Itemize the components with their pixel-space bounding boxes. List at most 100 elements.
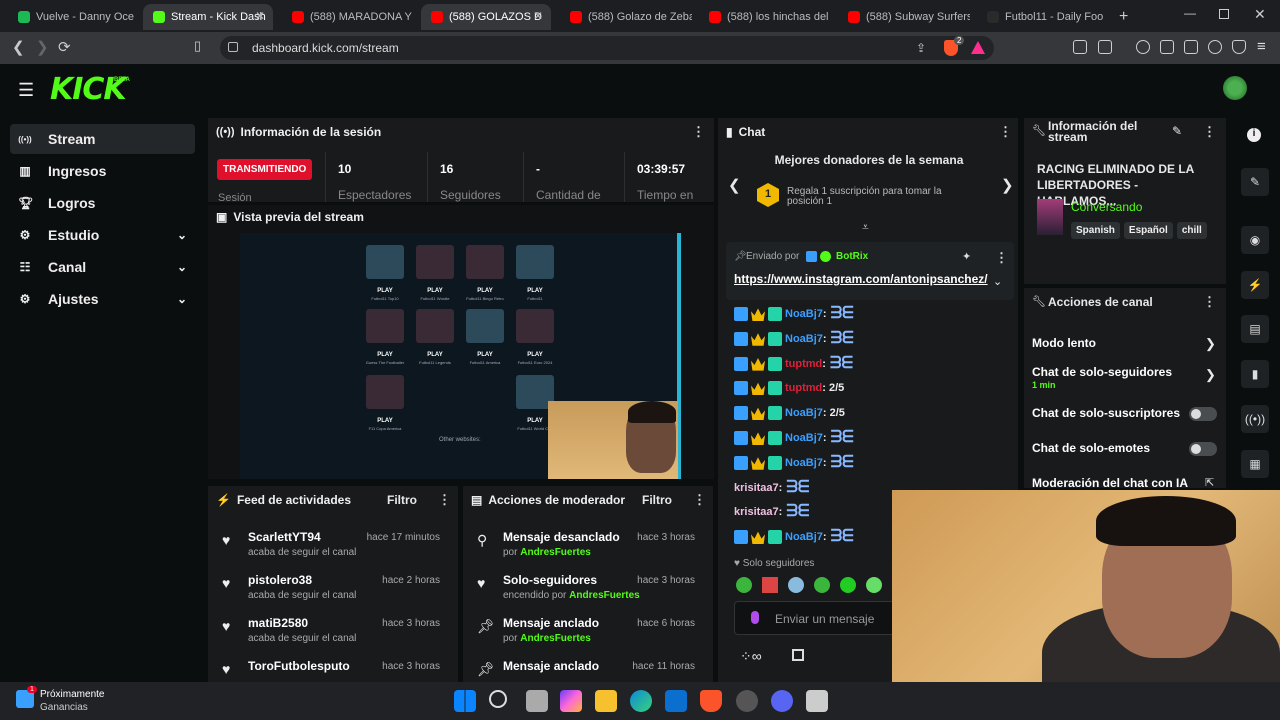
mod-more-button[interactable]: ⋮ (693, 492, 706, 508)
chat-message[interactable]: tuptmd: ᗱᗴ (734, 354, 853, 374)
info-icon[interactable]: i (1247, 128, 1261, 142)
edge-icon[interactable] (630, 690, 652, 712)
extensions-icon[interactable] (1073, 40, 1087, 54)
music-icon[interactable] (1136, 40, 1150, 54)
sidebar-item-estudio[interactable]: ⚙ Estudio ⌄ (10, 220, 195, 250)
rail-chat-button[interactable]: ▮ (1241, 360, 1269, 388)
chevron-right-icon[interactable]: ❯ (1205, 367, 1216, 383)
browser-tab[interactable]: Vuelve - Danny Oce (8, 4, 136, 30)
rail-notes-button[interactable]: ▤ (1241, 315, 1269, 343)
chat-username[interactable]: NoaBj7 (785, 531, 823, 543)
channel-action-label[interactable]: Moderación del chat con IA (1032, 476, 1188, 490)
hamburger-menu-icon[interactable]: ☰ (18, 80, 34, 101)
rail-broadcast-button[interactable]: ((•)) (1241, 405, 1269, 433)
tab-close-icon[interactable]: ✕ (533, 9, 543, 23)
channel-actions-more-button[interactable]: ⋮ (1203, 294, 1216, 310)
chat-username[interactable]: NoaBj7 (785, 432, 823, 444)
feed-item[interactable]: ♥ matiB2580 acaba de seguir el canal hace 3… (210, 616, 450, 660)
back-button[interactable]: ❮ (12, 38, 25, 56)
browser-tab[interactable]: (588) los hinchas del Ju (699, 4, 831, 30)
channel-action-label[interactable]: Chat de solo-suscriptores (1032, 406, 1180, 420)
moderator-name[interactable]: AndresFuertes (520, 547, 591, 558)
chat-username[interactable]: krisitaa7 (734, 482, 779, 494)
sidebar-item-ajustes[interactable]: ⚙ Ajustes ⌄ (10, 284, 195, 314)
feed-item[interactable]: ♥ ScarlettYT94 acaba de seguir el canal hac… (210, 530, 450, 574)
rail-bolt-button[interactable]: ⚡ (1241, 271, 1269, 299)
reload-button[interactable]: ⟳ (58, 38, 71, 56)
url-bar[interactable]: dashboard.kick.com/stream (220, 36, 994, 60)
chevron-right-icon[interactable]: ❯ (1205, 336, 1216, 352)
feed-more-button[interactable]: ⋮ (438, 492, 451, 508)
user-avatar[interactable] (1223, 76, 1247, 100)
emote-icon[interactable] (866, 577, 882, 593)
stream-tag[interactable]: chill (1176, 222, 1207, 239)
chat-message[interactable]: krisitaa7: ᗱᗴ (734, 478, 809, 498)
window-maximize-button[interactable] (1219, 9, 1229, 19)
chat-username[interactable]: NoaBj7 (785, 333, 823, 345)
emote-icon[interactable] (736, 577, 752, 593)
browser-tab[interactable]: (588) GOLAZOS D ✕ (421, 4, 551, 30)
stream-info-more-button[interactable]: ⋮ (1203, 124, 1216, 140)
points-icon[interactable]: ⁘∞ (740, 648, 762, 665)
forward-button[interactable]: ❯ (36, 38, 49, 56)
gift-icon[interactable] (792, 649, 804, 661)
category-label[interactable]: Conversando (1071, 200, 1142, 214)
donors-next-button[interactable]: ❯ (1001, 176, 1014, 194)
brave-rewards-icon[interactable] (971, 41, 985, 54)
chat-message[interactable]: NoaBj7: ᗱᗴ (734, 453, 854, 473)
chat-username[interactable]: NoaBj7 (785, 457, 823, 469)
chat-message[interactable]: NoaBj7: ᗱᗴ (734, 527, 854, 547)
channel-action-toggle[interactable] (1189, 407, 1217, 421)
vpn-icon[interactable] (1232, 40, 1246, 54)
moderator-name[interactable]: AndresFuertes (520, 633, 591, 644)
sidebar-toggle-icon[interactable] (1160, 40, 1174, 54)
rail-layout-button[interactable]: ▦ (1241, 450, 1269, 478)
chat-username[interactable]: tuptmd (785, 382, 822, 394)
channel-action-label[interactable]: Chat de solo-emotes (1032, 441, 1150, 455)
browser-tab[interactable]: Stream - Kick Dash ✕ (143, 4, 273, 30)
wallet-icon[interactable] (1184, 40, 1198, 54)
rail-camera-button[interactable]: ◉ (1241, 226, 1269, 254)
search-icon[interactable] (489, 690, 507, 708)
chat-username[interactable]: tuptmd (785, 358, 822, 370)
new-tab-button[interactable]: + (1119, 8, 1128, 26)
session-more-button[interactable]: ⋮ (692, 124, 705, 140)
channel-action-toggle[interactable] (1189, 442, 1217, 456)
feed-item[interactable]: ♥ pistolero38 acaba de seguir el canal hace… (210, 573, 450, 617)
tab-close-icon[interactable]: ✕ (255, 9, 265, 23)
unpin-button[interactable]: ✦ (962, 250, 971, 263)
sidebar-item-ingresos[interactable]: ▥ Ingresos (10, 156, 195, 186)
emote-icon[interactable] (788, 577, 804, 593)
discord-icon[interactable] (771, 690, 793, 712)
window-close-button[interactable]: ✕ (1254, 6, 1266, 23)
chat-username[interactable]: NoaBj7 (785, 308, 823, 320)
leo-ai-icon[interactable] (1208, 40, 1222, 54)
edit-pencil-icon[interactable]: ✎ (1172, 124, 1182, 138)
sidebar-item-stream[interactable]: ((•)) Stream (10, 124, 195, 154)
chat-more-button[interactable]: ⋮ (999, 124, 1012, 140)
chat-message[interactable]: NoaBj7: ᗱᗴ (734, 428, 854, 448)
channel-action-label[interactable]: Chat de solo-seguidores (1032, 365, 1172, 379)
channel-action-label[interactable]: Modo lento (1032, 336, 1096, 350)
site-info-icon[interactable] (228, 42, 238, 52)
window-minimize-button[interactable]: — (1184, 6, 1196, 20)
chat-username[interactable]: NoaBj7 (785, 407, 823, 419)
pinned-expand-icon[interactable]: ⌄ (993, 275, 1002, 288)
rail-edit-button[interactable]: ✎ (1241, 168, 1269, 196)
chat-message[interactable]: krisitaa7: ᗱᗴ (734, 502, 809, 522)
browser-tab[interactable]: (588) Golazo de Zeball (560, 4, 692, 30)
pinned-link[interactable]: https://www.instagram.com/antonipsanchez… (734, 272, 988, 286)
stream-tag[interactable]: Spanish (1071, 222, 1120, 239)
chat-username[interactable]: krisitaa7 (734, 506, 779, 518)
file-explorer-icon[interactable] (595, 690, 617, 712)
mod-action-item[interactable]: ⚲ Mensaje desanclado por AndresFuertes hace… (465, 530, 705, 574)
browser-tab[interactable]: Futbol11 - Daily Footb (977, 4, 1103, 30)
feed-filter-button[interactable]: Filtro (387, 493, 417, 507)
sidebar-item-logros[interactable]: 🏆︎ Logros (10, 188, 195, 218)
mod-action-item[interactable]: ♥ Solo-seguidores encendido por AndresFuer… (465, 573, 705, 617)
other-app-icon[interactable] (806, 690, 828, 712)
outlook-icon[interactable] (665, 690, 687, 712)
obs-icon[interactable] (736, 690, 758, 712)
mod-action-item[interactable]: 📌︎ Mensaje anclado por AndresFuertes hace 6… (465, 616, 705, 660)
start-button[interactable] (454, 690, 476, 712)
